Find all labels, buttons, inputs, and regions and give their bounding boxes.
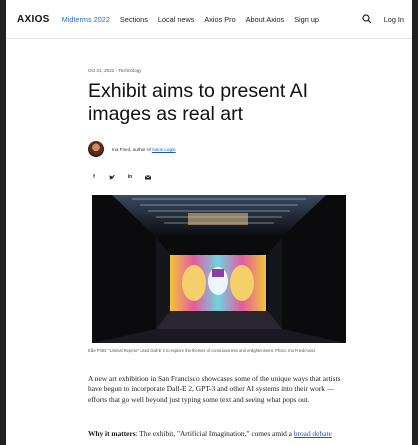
why-it-matters-label: Why it matters <box>88 429 136 438</box>
article-headline: Exhibit aims to present AI images as rea… <box>88 80 348 126</box>
login-link[interactable]: Log In <box>384 15 404 24</box>
share-bar: f in <box>88 171 160 183</box>
mail-icon[interactable] <box>142 171 154 183</box>
nav-link-sign-up[interactable]: Sign up <box>294 15 319 24</box>
paragraph-2-text: : The exhibit, "Artificial Imagination,"… <box>135 429 294 438</box>
page: AXIOS Midterms 2022 Sections Local news … <box>6 0 412 445</box>
top-nav: AXIOS Midterms 2022 Sections Local news … <box>6 0 412 39</box>
search-icon[interactable] <box>362 14 372 24</box>
headline-line-1: Exhibit aims to present AI <box>88 80 309 102</box>
facebook-icon[interactable]: f <box>88 171 100 183</box>
byline-text: Ina Fried, author of Axios Login <box>112 147 176 152</box>
nav-right: Log In <box>362 14 404 24</box>
broad-debate-link[interactable]: broad debate <box>294 429 332 438</box>
axios-logo[interactable]: AXIOS <box>17 14 50 25</box>
twitter-icon[interactable] <box>106 171 118 183</box>
byline: Ina Fried, author of Axios Login <box>88 141 176 157</box>
nav-link-sections[interactable]: Sections <box>120 15 148 24</box>
gallery-image <box>92 195 346 343</box>
author-avatar[interactable] <box>88 141 104 157</box>
headline-line-2: images as real art <box>88 103 243 125</box>
linkedin-icon[interactable]: in <box>124 171 136 183</box>
article-date: Oct 31, 2022 - Technology <box>88 68 142 73</box>
article-photo <box>92 195 346 343</box>
article-paragraph-2: Why it matters: The exhibit, "Artificial… <box>88 429 350 439</box>
byline-prefix: Ina Fried, author of <box>112 146 151 152</box>
nav-link-about[interactable]: About Axios <box>246 15 285 24</box>
nav-link-midterms[interactable]: Midterms 2022 <box>62 15 110 24</box>
nav-link-local-news[interactable]: Local news <box>158 15 195 24</box>
byline-link[interactable]: Axios Login <box>152 147 176 152</box>
nav-link-axios-pro[interactable]: Axios Pro <box>204 15 235 24</box>
article-paragraph-1: A new art exhibition in San Francisco sh… <box>88 374 341 404</box>
photo-caption: Ellie Pritts' "Liminal Reprise" used Dal… <box>88 348 316 353</box>
